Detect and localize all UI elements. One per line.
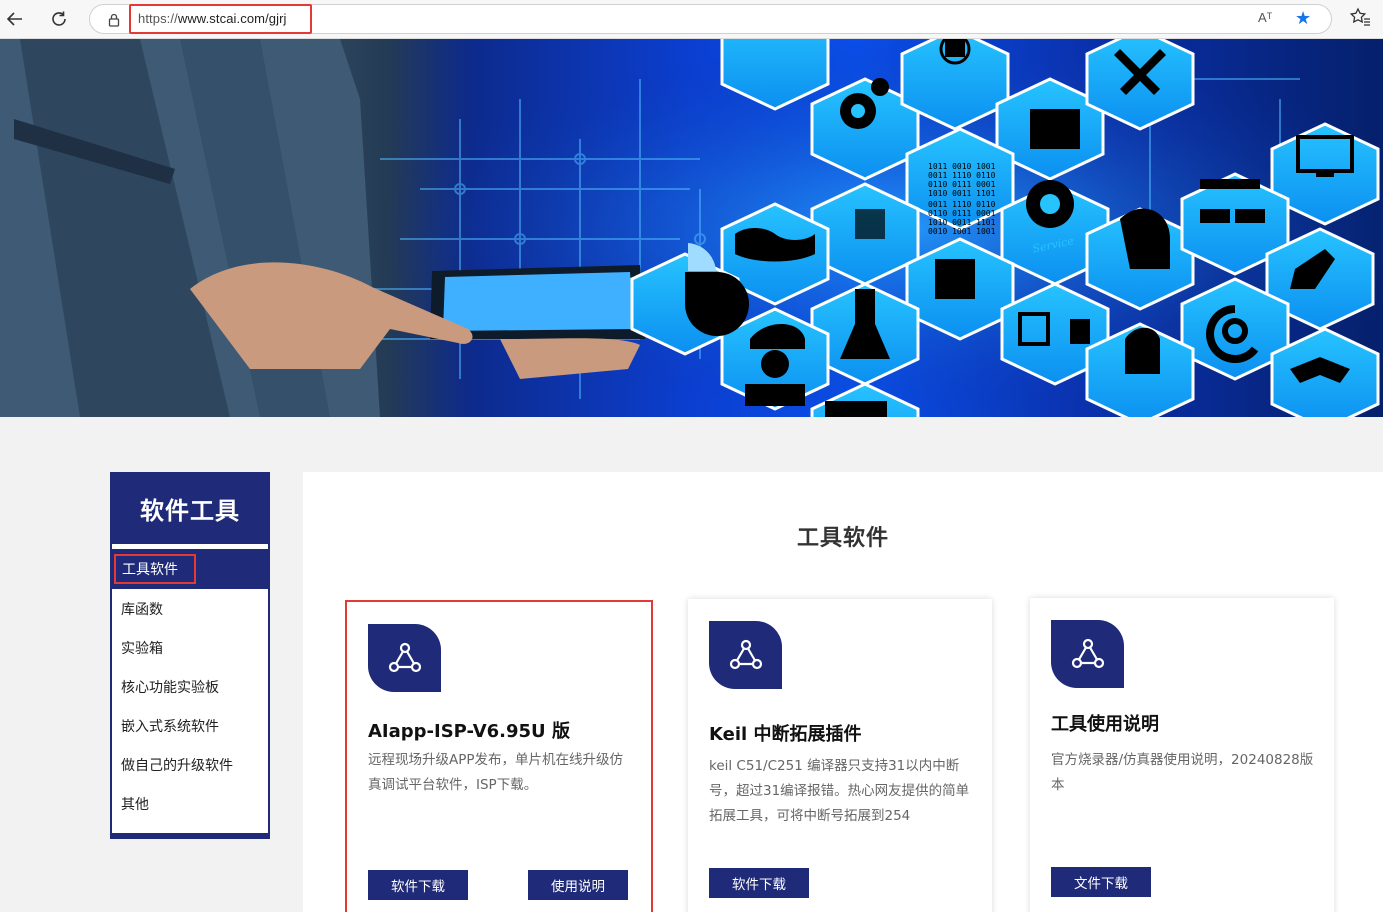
svg-text:1011 0010 1001: 1011 0010 1001: [928, 162, 996, 171]
sidebar-item-core-board[interactable]: 核心功能实验板: [112, 667, 268, 706]
sidebar: 软件工具 工具软件 库函数 实验箱 核心功能实验板 嵌入式系统软件 做自己的升级…: [110, 472, 270, 839]
hero-banner: 1011 0010 1001 0011 1110 0110 0110 0111 …: [0, 39, 1383, 417]
svg-text:0110 0111 0001: 0110 0111 0001: [928, 209, 996, 218]
browser-toolbar: https://www.stcai.com/gjrj Aᵀ ★: [0, 0, 1383, 39]
sidebar-item-embedded[interactable]: 嵌入式系统软件: [112, 706, 268, 745]
card-description: 官方烧录器/仿真器使用说明，20240828版本: [1051, 752, 1314, 793]
favorite-star-icon[interactable]: ★: [1295, 8, 1311, 29]
card-title: 工具使用说明: [1051, 714, 1159, 735]
main-content: 工具软件 AIapp-ISP-V6.95U 版 远程现场升级APP发布，单片机在…: [303, 472, 1383, 912]
software-download-button[interactable]: 软件下载: [368, 870, 468, 900]
lock-icon: [108, 12, 120, 31]
svg-text:0011 1110 0110: 0011 1110 0110: [928, 200, 996, 209]
card-tool-manual: 工具使用说明 官方烧录器/仿真器使用说明，20240828版本 文件下载: [1030, 598, 1334, 912]
favorites-icon[interactable]: [1349, 7, 1371, 31]
software-download-button[interactable]: 软件下载: [709, 868, 809, 898]
card-description: 远程现场升级APP发布，单片机在线升级仿真调试平台软件，ISP下载。: [368, 752, 624, 793]
svg-text:1010 0011 1101: 1010 0011 1101: [928, 189, 996, 198]
card-title: Keil 中断拓展插件: [709, 724, 862, 745]
url-highlight: https://www.stcai.com/gjrj: [129, 4, 312, 34]
share-network-icon: [1051, 620, 1124, 688]
read-aloud-icon[interactable]: Aᵀ: [1258, 10, 1272, 25]
refresh-icon[interactable]: [46, 6, 72, 32]
user-guide-button[interactable]: 使用说明: [528, 870, 628, 900]
card-keil-interrupt: Keil 中断拓展插件 keil C51/C251 编译器只支持31以内中断号，…: [688, 599, 992, 912]
svg-text:0110 0111 0001: 0110 0111 0001: [928, 180, 996, 189]
card-description: keil C51/C251 编译器只支持31以内中断号，超过31编译报错。热心网…: [709, 758, 970, 824]
sidebar-item-other[interactable]: 其他: [112, 784, 268, 823]
url-text[interactable]: https://www.stcai.com/gjrj: [138, 11, 287, 26]
file-download-button[interactable]: 文件下载: [1051, 867, 1151, 897]
sidebar-item-tools[interactable]: 工具软件: [112, 549, 268, 589]
banner-illustration: 1011 0010 1001 0011 1110 0110 0110 0111 …: [0, 39, 1383, 417]
share-network-icon: [709, 621, 782, 689]
share-network-icon: [368, 624, 441, 692]
svg-text:1010 0011 1101: 1010 0011 1101: [928, 218, 996, 227]
back-icon[interactable]: [2, 6, 28, 32]
sidebar-item-lab-box[interactable]: 实验箱: [112, 628, 268, 667]
address-bar[interactable]: https://www.stcai.com/gjrj Aᵀ ★: [89, 4, 1332, 34]
svg-text:0010 1001 1001: 0010 1001 1001: [928, 227, 996, 236]
sidebar-item-upgrade[interactable]: 做自己的升级软件: [112, 745, 268, 784]
svg-text:0011 1110 0110: 0011 1110 0110: [928, 171, 996, 180]
page-title: 工具软件: [796, 526, 889, 551]
sidebar-item-library[interactable]: 库函数: [112, 589, 268, 628]
card-title: AIapp-ISP-V6.95U 版: [368, 721, 570, 742]
sidebar-title: 软件工具: [112, 472, 268, 544]
card-aiapp-isp: AIapp-ISP-V6.95U 版 远程现场升级APP发布，单片机在线升级仿真…: [345, 600, 653, 912]
